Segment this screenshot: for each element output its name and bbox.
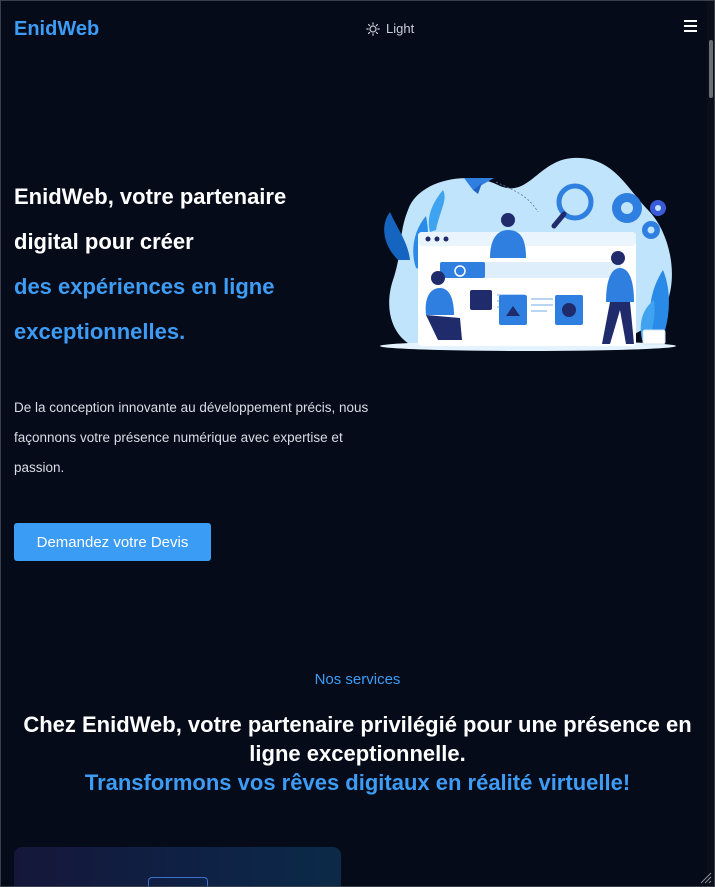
hero-title: EnidWeb, votre partenaire digital pour c… [14, 174, 354, 354]
hero-title-line-1: EnidWeb, votre partenaire [14, 184, 287, 209]
service-card-icon [148, 877, 208, 887]
hero-title-highlight-2: exceptionnelles. [14, 319, 186, 344]
services-subheading: Transformons vos rêves digitaux en réali… [84, 770, 631, 795]
quote-request-button[interactable]: Demandez votre Devis [14, 523, 211, 561]
theme-toggle-label: Light [386, 21, 415, 36]
hero-title-highlight-1: des expériences en ligne [14, 274, 275, 299]
hero-title-line-2: digital pour créer [14, 229, 194, 254]
hamburger-menu-icon[interactable] [684, 20, 698, 34]
sun-icon [366, 21, 380, 36]
hero-description: De la conception innovante au développem… [14, 400, 369, 475]
site-logo[interactable]: EnidWeb [14, 18, 99, 41]
scrollbar-thumb[interactable] [709, 40, 713, 98]
resize-grip-icon[interactable] [698, 870, 712, 884]
services-kicker: Nos services [314, 671, 401, 688]
hero-illustration [380, 157, 676, 351]
service-card[interactable] [14, 847, 341, 887]
services-heading: Chez EnidWeb, votre partenaire privilégi… [23, 712, 692, 766]
theme-toggle[interactable]: Light [366, 21, 414, 36]
site-header: EnidWeb Light [0, 0, 706, 58]
page-scrollbar[interactable] [707, 0, 715, 887]
